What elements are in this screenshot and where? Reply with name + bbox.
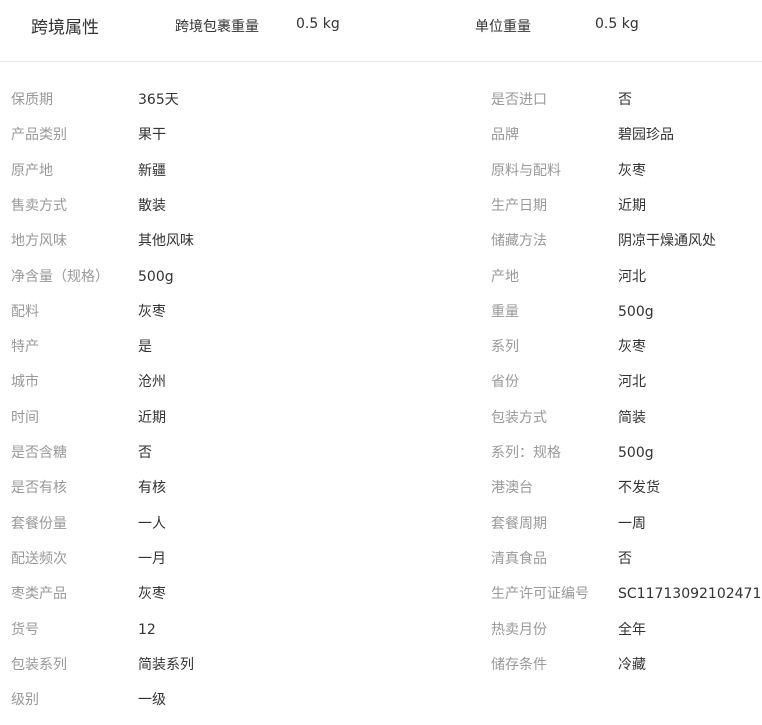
package-weight-label: 跨境包裹重量 (175, 19, 259, 35)
attribute-row: 产品类别 果干 品牌 碧园珍品 (0, 125, 762, 160)
attribute-row: 城市 沧州 省份 河北 (0, 372, 762, 407)
attribute-label: 时间 (11, 409, 39, 426)
attribute-label: 是否有核 (11, 480, 67, 497)
attribute-value: 河北 (618, 374, 646, 391)
attribute-value: 新疆 (138, 162, 166, 179)
attribute-value: 365天 (138, 92, 179, 108)
attribute-value: 一级 (138, 692, 166, 709)
attribute-value: 500g (618, 445, 654, 461)
attribute-row: 枣类产品 灰枣 生产许可证编号 SC11713092102471 (0, 584, 762, 619)
attribute-label: 港澳台 (491, 480, 533, 497)
attribute-label: 原产地 (11, 162, 53, 179)
attribute-value: 其他风味 (138, 233, 194, 250)
attribute-label: 包装方式 (491, 409, 547, 426)
attribute-value: 一月 (138, 550, 166, 567)
attribute-label: 产品类别 (11, 127, 67, 144)
attribute-row: 原产地 新疆 原料与配料 灰枣 (0, 161, 762, 196)
attribute-value: 灰枣 (618, 339, 646, 356)
unit-weight-label: 单位重量 (475, 19, 531, 35)
attribute-label: 枣类产品 (11, 586, 67, 603)
attribute-value: 果干 (138, 127, 166, 144)
section-title: 跨境属性 (31, 18, 99, 38)
attribute-label: 重量 (491, 303, 519, 320)
attribute-value: 有核 (138, 480, 166, 497)
attribute-label: 储藏方法 (491, 233, 547, 250)
attribute-row: 是否含糖 否 系列：规格 500g (0, 443, 762, 478)
attribute-value: 简装系列 (138, 656, 194, 673)
attribute-value: 全年 (618, 621, 646, 638)
attribute-value: 冷藏 (618, 656, 646, 673)
attribute-label: 清真食品 (491, 550, 547, 567)
attribute-value: 否 (618, 550, 632, 567)
attribute-value: 碧园珍品 (618, 127, 674, 144)
attribute-label: 系列 (491, 339, 519, 356)
attribute-label: 特产 (11, 339, 39, 356)
attribute-label: 配送频次 (11, 550, 67, 567)
attribute-value: 否 (618, 92, 632, 108)
attribute-row: 级别 一级 (0, 690, 762, 725)
attribute-label: 是否进口 (491, 92, 547, 108)
attribute-label: 生产日期 (491, 197, 547, 214)
attribute-label: 级别 (11, 692, 39, 709)
attribute-row: 是否有核 有核 港澳台 不发货 (0, 478, 762, 513)
attribute-value: 散装 (138, 197, 166, 214)
attribute-label: 生产许可证编号 (491, 586, 589, 603)
attribute-row: 包装系列 简装系列 储存条件 冷藏 (0, 655, 762, 690)
attribute-value: 灰枣 (138, 586, 166, 603)
attribute-label: 保质期 (11, 92, 53, 108)
attribute-value: 500g (138, 268, 174, 285)
attribute-value: 沧州 (138, 374, 166, 391)
attribute-label: 净含量（规格） (11, 268, 109, 285)
attribute-row: 配送频次 一月 清真食品 否 (0, 549, 762, 584)
attribute-label: 热卖月份 (491, 621, 547, 638)
attribute-row: 净含量（规格） 500g 产地 河北 (0, 267, 762, 302)
attribute-row: 地方风味 其他风味 储藏方法 阴凉干燥通风处 (0, 231, 762, 266)
attribute-label: 原料与配料 (491, 162, 561, 179)
attribute-label: 售卖方式 (11, 197, 67, 214)
attribute-value: 近期 (138, 409, 166, 426)
attribute-value: SC11713092102471 (618, 586, 762, 603)
attribute-value: 500g (618, 303, 654, 320)
attribute-row: 货号 12 热卖月份 全年 (0, 620, 762, 655)
attribute-value: 简装 (618, 409, 646, 426)
attribute-label: 套餐周期 (491, 515, 547, 532)
cross-border-header: 跨境属性 跨境包裹重量 0.5 kg 单位重量 0.5 kg (0, 0, 762, 62)
attribute-value: 12 (138, 621, 156, 638)
attribute-value: 不发货 (618, 480, 660, 497)
attribute-value: 是 (138, 339, 152, 356)
attribute-label: 产地 (491, 268, 519, 285)
attribute-label: 城市 (11, 374, 39, 391)
package-weight-value: 0.5 kg (296, 16, 340, 32)
attribute-label: 储存条件 (491, 656, 547, 673)
attribute-label: 货号 (11, 621, 39, 638)
attribute-label: 是否含糖 (11, 445, 67, 461)
attribute-row: 套餐份量 一人 套餐周期 一周 (0, 514, 762, 549)
attribute-label: 包装系列 (11, 656, 67, 673)
attribute-row: 保质期 365天 是否进口 否 (0, 90, 762, 125)
attribute-row: 时间 近期 包装方式 简装 (0, 408, 762, 443)
attribute-label: 地方风味 (11, 233, 67, 250)
attribute-value: 一周 (618, 515, 646, 532)
attribute-value: 阴凉干燥通风处 (618, 233, 716, 250)
attribute-value: 灰枣 (618, 162, 646, 179)
attribute-row: 特产 是 系列 灰枣 (0, 337, 762, 372)
attribute-label: 省份 (491, 374, 519, 391)
attribute-label: 品牌 (491, 127, 519, 144)
attribute-row: 售卖方式 散装 生产日期 近期 (0, 196, 762, 231)
attribute-value: 灰枣 (138, 303, 166, 320)
attribute-value: 一人 (138, 515, 166, 532)
attribute-value: 否 (138, 445, 152, 461)
attribute-label: 系列：规格 (491, 445, 561, 461)
attribute-value: 河北 (618, 268, 646, 285)
attribute-row: 配料 灰枣 重量 500g (0, 302, 762, 337)
attribute-value: 近期 (618, 197, 646, 214)
attribute-label: 套餐份量 (11, 515, 67, 532)
attribute-label: 配料 (11, 303, 39, 320)
unit-weight-value: 0.5 kg (595, 16, 639, 32)
